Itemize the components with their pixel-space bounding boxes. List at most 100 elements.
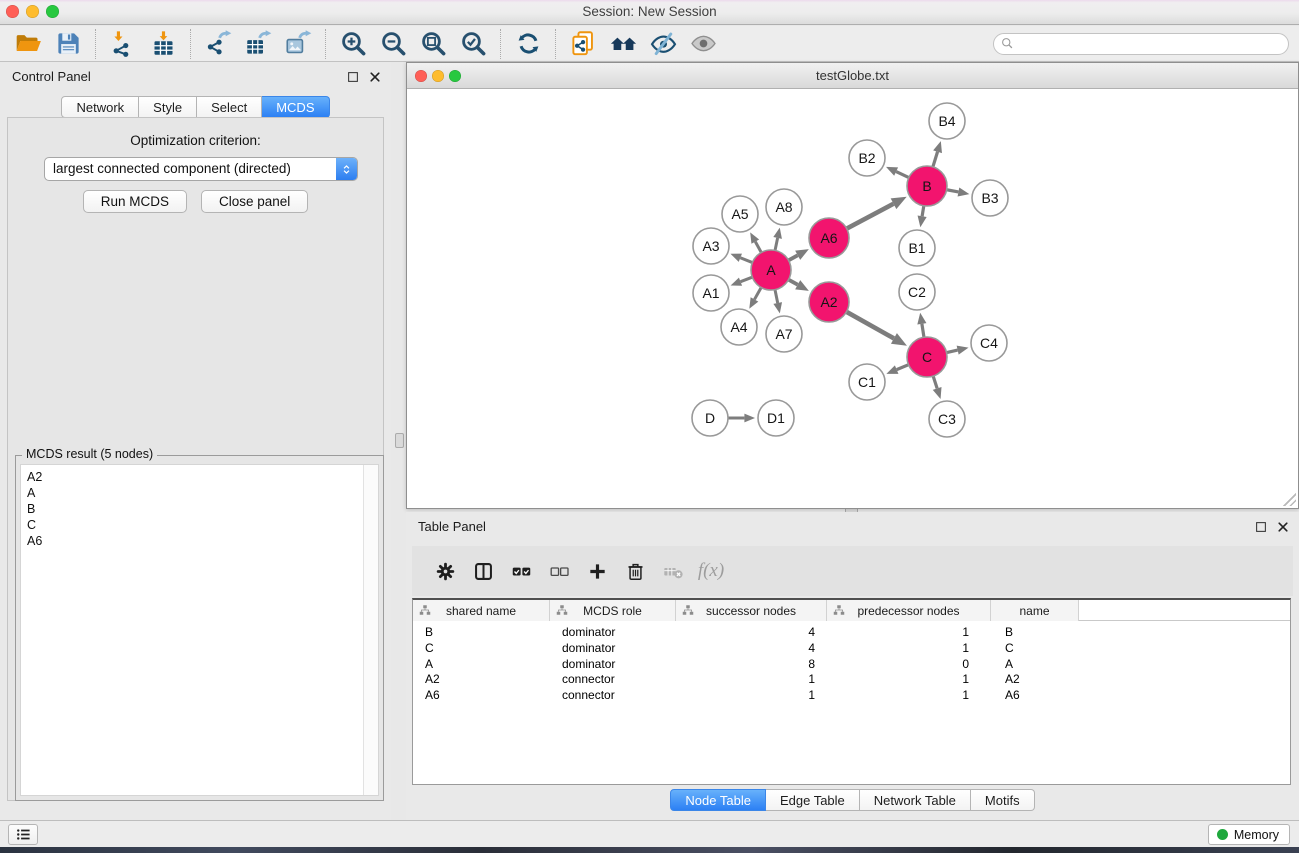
save-button[interactable] xyxy=(48,28,88,60)
column-header-name[interactable]: name xyxy=(991,600,1079,621)
zoom-out-button[interactable] xyxy=(373,28,413,60)
tab-edge-table[interactable]: Edge Table xyxy=(766,789,860,811)
float-panel-icon[interactable] xyxy=(346,70,361,85)
import-network-button[interactable] xyxy=(103,28,143,60)
result-item[interactable]: B xyxy=(27,501,378,517)
tab-node-table[interactable]: Node Table xyxy=(670,789,766,811)
graph-edge-D-D1[interactable] xyxy=(726,414,755,423)
run-mcds-button[interactable]: Run MCDS xyxy=(83,190,187,213)
graph-node-A4[interactable]: A4 xyxy=(721,309,757,345)
table-cell[interactable]: C xyxy=(991,641,1079,657)
graph-node-A1[interactable]: A1 xyxy=(693,275,729,311)
close-panel-icon[interactable] xyxy=(368,70,383,85)
column-header-shared-name[interactable]: shared name xyxy=(413,600,550,621)
graph-edge-A-A3[interactable] xyxy=(730,254,754,264)
column-header-mcds-role[interactable]: MCDS role xyxy=(550,600,676,621)
select-all-button[interactable] xyxy=(502,553,540,589)
graph-node-B[interactable]: B xyxy=(907,166,947,206)
table-cell[interactable]: 1 xyxy=(676,688,827,704)
graph-node-A3[interactable]: A3 xyxy=(693,228,729,264)
table-row[interactable]: Adominator80A xyxy=(413,657,1290,673)
graph-node-A7[interactable]: A7 xyxy=(766,316,802,352)
result-item[interactable]: A xyxy=(27,485,378,501)
result-item[interactable]: A2 xyxy=(27,469,378,485)
eye-button[interactable] xyxy=(683,28,723,60)
table-cell[interactable]: dominator xyxy=(550,657,676,673)
graph-node-D1[interactable]: D1 xyxy=(758,400,794,436)
tab-motifs[interactable]: Motifs xyxy=(971,789,1035,811)
graph-edge-C-C4[interactable] xyxy=(945,346,969,355)
close-panel-button[interactable]: Close panel xyxy=(201,190,308,213)
graph-edge-A-A6[interactable] xyxy=(787,249,809,261)
graph-node-B4[interactable]: B4 xyxy=(929,103,965,139)
search-input[interactable] xyxy=(1015,35,1288,53)
graph-edge-A2-C[interactable] xyxy=(845,311,907,346)
table-cell[interactable]: 1 xyxy=(827,672,991,688)
export-table-button[interactable] xyxy=(238,28,278,60)
graph-edge-A-A4[interactable] xyxy=(749,286,762,309)
close-panel-icon[interactable] xyxy=(1276,520,1291,535)
result-item[interactable]: C xyxy=(27,517,378,533)
graph-node-A5[interactable]: A5 xyxy=(722,196,758,232)
export-image-button[interactable] xyxy=(278,28,318,60)
table-cell[interactable]: connector xyxy=(550,688,676,704)
graph-edge-B-B3[interactable] xyxy=(945,187,970,196)
clone-network-button[interactable] xyxy=(563,28,603,60)
zoom-selected-button[interactable] xyxy=(453,28,493,60)
task-history-button[interactable] xyxy=(8,824,38,845)
tab-network[interactable]: Network xyxy=(61,96,139,118)
tab-mcds[interactable]: MCDS xyxy=(262,96,329,118)
tab-network-table[interactable]: Network Table xyxy=(860,789,971,811)
graph-edge-C-C1[interactable] xyxy=(886,364,910,374)
table-row[interactable]: Bdominator41B xyxy=(413,625,1290,641)
graph-node-C[interactable]: C xyxy=(907,337,947,377)
table-cell[interactable]: A6 xyxy=(413,688,550,704)
graph-edge-A6-B[interactable] xyxy=(845,197,907,230)
graph-node-B2[interactable]: B2 xyxy=(849,140,885,176)
search-box[interactable] xyxy=(993,33,1289,55)
vertical-splitter-grip[interactable] xyxy=(395,433,404,448)
float-panel-icon[interactable] xyxy=(1254,520,1269,535)
table-cell[interactable]: 4 xyxy=(676,625,827,641)
homes-button[interactable] xyxy=(603,28,643,60)
graph-node-C1[interactable]: C1 xyxy=(849,364,885,400)
mcds-result-list[interactable]: A2ABCA6 xyxy=(20,464,379,796)
zoom-in-button[interactable] xyxy=(333,28,373,60)
graph-edge-A-A8[interactable] xyxy=(773,228,782,253)
network-canvas[interactable]: B4B2BB3A8A5A6A3B1AC2A1A2A4A7C4CC1C3DD1 xyxy=(407,89,1298,508)
table-cell[interactable]: 1 xyxy=(827,641,991,657)
table-cell[interactable]: A xyxy=(991,657,1079,673)
import-table-button[interactable] xyxy=(143,28,183,60)
plus-button[interactable] xyxy=(578,553,616,589)
table-cell[interactable]: 4 xyxy=(676,641,827,657)
columns-button[interactable] xyxy=(464,553,502,589)
trash-button[interactable] xyxy=(616,553,654,589)
result-scrollbar[interactable] xyxy=(363,465,378,795)
result-item[interactable]: A6 xyxy=(27,533,378,549)
tab-style[interactable]: Style xyxy=(139,96,197,118)
graph-edge-A-A1[interactable] xyxy=(731,276,755,285)
deselect-all-button[interactable] xyxy=(540,553,578,589)
graph-edge-A-A5[interactable] xyxy=(750,232,762,254)
graph-node-C3[interactable]: C3 xyxy=(929,401,965,437)
table-cell[interactable]: 0 xyxy=(827,657,991,673)
table-cell[interactable]: dominator xyxy=(550,625,676,641)
graph-edge-C-C3[interactable] xyxy=(933,374,942,399)
table-row[interactable]: A2connector11A2 xyxy=(413,672,1290,688)
graph-edge-A-A2[interactable] xyxy=(787,279,809,291)
graph-node-D[interactable]: D xyxy=(692,400,728,436)
graph-node-C4[interactable]: C4 xyxy=(971,325,1007,361)
hide-eye-button[interactable] xyxy=(643,28,683,60)
graph-node-A8[interactable]: A8 xyxy=(766,189,802,225)
table-row[interactable]: A6connector11A6 xyxy=(413,688,1290,704)
table-cell[interactable]: dominator xyxy=(550,641,676,657)
table-cell[interactable]: B xyxy=(413,625,550,641)
column-header-successor-nodes[interactable]: successor nodes xyxy=(676,600,827,621)
table-cell[interactable]: 1 xyxy=(827,625,991,641)
memory-button[interactable]: Memory xyxy=(1208,824,1290,845)
open-folder-button[interactable] xyxy=(8,28,48,60)
criterion-select[interactable]: largest connected component (directed) xyxy=(44,157,358,181)
table-cell[interactable]: connector xyxy=(550,672,676,688)
graph-node-B3[interactable]: B3 xyxy=(972,180,1008,216)
gear-button[interactable] xyxy=(426,553,464,589)
